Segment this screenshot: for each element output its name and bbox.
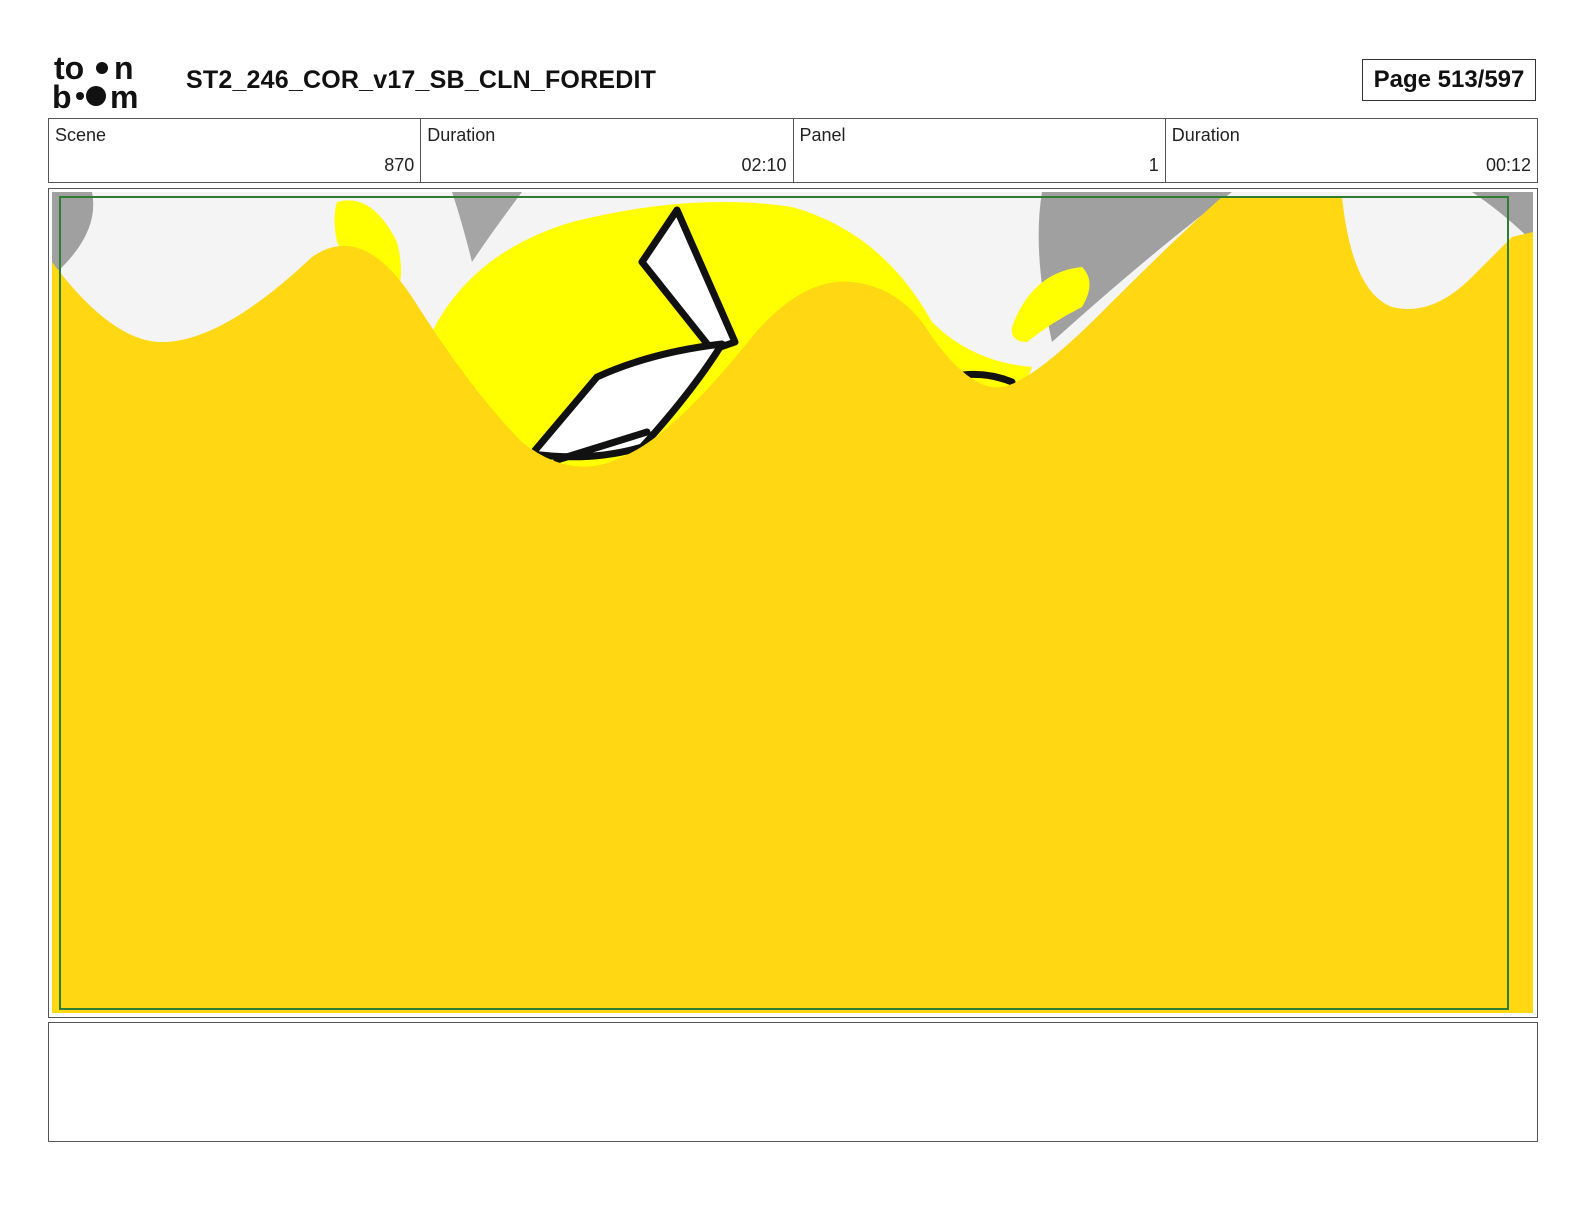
- logo-text-bottom-end: m: [110, 79, 138, 110]
- panel-cell: Panel 1: [794, 119, 1166, 182]
- scene-info-row: Scene 870 Duration 02:10 Panel 1 Duratio…: [48, 118, 1538, 183]
- panel-value: 1: [1148, 155, 1159, 175]
- foreground-yellow-wave: [52, 197, 1533, 1013]
- logo-dot: [86, 86, 106, 106]
- caption-box: [48, 1022, 1538, 1142]
- document-title: ST2_246_COR_v17_SB_CLN_FOREDIT: [186, 66, 657, 94]
- logo-dot: [76, 92, 84, 100]
- scene-duration-value: 02:10: [741, 155, 787, 175]
- panel-duration-label: Duration: [1171, 125, 1240, 145]
- panel-duration-cell: Duration 00:12: [1166, 119, 1537, 182]
- scene-duration-cell: Duration 02:10: [421, 119, 794, 182]
- logo-text-bottom: b: [52, 79, 72, 110]
- panel-label: Panel: [799, 125, 846, 145]
- scene-cell: Scene 870: [49, 119, 422, 182]
- logo-mark: to n b m: [52, 50, 138, 115]
- scene-label: Scene: [55, 125, 107, 145]
- toonboom-logo: to n b m: [52, 50, 164, 115]
- storyboard-panel: [48, 188, 1538, 1018]
- page-indicator: Page 513/597: [1362, 59, 1536, 101]
- scene-duration-label: Duration: [427, 125, 496, 145]
- panel-artwork: [52, 192, 1533, 1013]
- logo-dot: [96, 62, 108, 74]
- scene-value: 870: [384, 155, 415, 175]
- panel-duration-value: 00:12: [1485, 155, 1531, 175]
